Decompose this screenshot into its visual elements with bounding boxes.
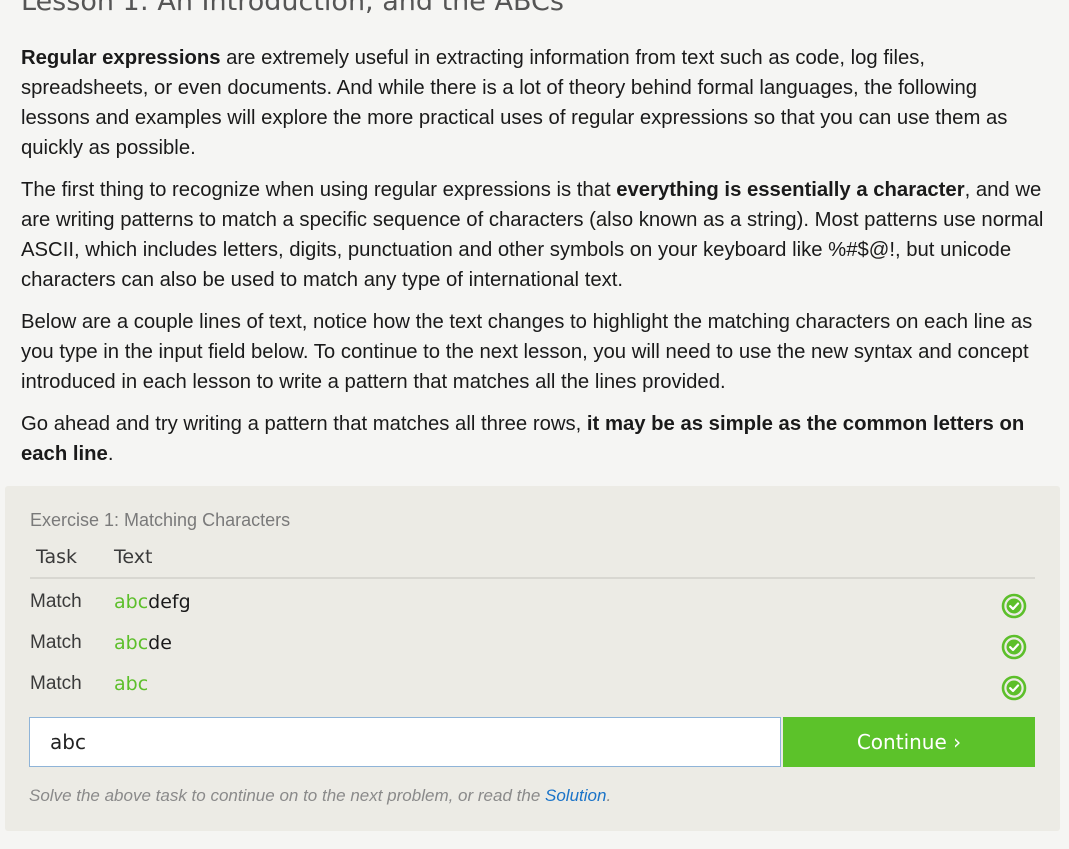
intro-paragraph: Regular expressions are extremely useful… bbox=[21, 43, 1051, 163]
intro-bold: Regular expressions bbox=[21, 47, 221, 69]
characters-paragraph: The first thing to recognize when using … bbox=[21, 175, 1051, 295]
hint-message: Solve the above task to continue on to t… bbox=[29, 786, 545, 805]
exercise-table-header: Task Text bbox=[30, 546, 1035, 579]
matched-text: abc bbox=[114, 632, 149, 654]
unmatched-text: defg bbox=[148, 591, 191, 613]
characters-bold: everything is essentially a character bbox=[616, 179, 965, 201]
task-text: abc bbox=[114, 673, 148, 695]
hint-end: . bbox=[606, 786, 612, 805]
unmatched-text: de bbox=[148, 632, 172, 654]
matched-text: abc bbox=[114, 591, 149, 613]
check-circle-icon bbox=[1001, 634, 1027, 660]
check-circle-icon bbox=[1001, 675, 1027, 701]
task-row: Match abc bbox=[30, 667, 1035, 705]
task-row: Match abcde bbox=[30, 626, 1035, 664]
instructions-paragraph: Below are a couple lines of text, notice… bbox=[21, 311, 1033, 393]
check-circle-icon bbox=[1001, 593, 1027, 619]
text-column-header: Text bbox=[114, 546, 153, 568]
hint-text: Solve the above task to continue on to t… bbox=[29, 786, 611, 806]
matched-text: abc bbox=[114, 673, 149, 695]
solution-link[interactable]: Solution bbox=[545, 786, 606, 805]
task-label: Match bbox=[30, 632, 82, 653]
task-label: Match bbox=[30, 591, 82, 612]
page-title: Lesson 1: An Introduction, and the ABCs bbox=[21, 0, 564, 17]
try-paragraph: Go ahead and try writing a pattern that … bbox=[21, 409, 1051, 469]
task-column-header: Task bbox=[36, 546, 78, 568]
task-label: Match bbox=[30, 673, 82, 694]
try-text-post: . bbox=[107, 443, 114, 465]
try-text-pre: Go ahead and try writing a pattern that … bbox=[21, 413, 587, 435]
characters-text-pre: The first thing to recognize when using … bbox=[21, 179, 617, 201]
task-text: abcdefg bbox=[114, 591, 191, 613]
pattern-input[interactable] bbox=[29, 717, 781, 767]
answer-row: Continue › bbox=[29, 717, 1035, 769]
exercise-panel: Exercise 1: Matching Characters Task Tex… bbox=[5, 486, 1060, 831]
exercise-title: Exercise 1: Matching Characters bbox=[30, 510, 291, 530]
task-row: Match abcdefg bbox=[30, 585, 1035, 623]
lesson-content: Regular expressions are extremely useful… bbox=[21, 43, 1051, 481]
task-text: abcde bbox=[114, 632, 172, 654]
continue-button[interactable]: Continue › bbox=[783, 717, 1035, 767]
